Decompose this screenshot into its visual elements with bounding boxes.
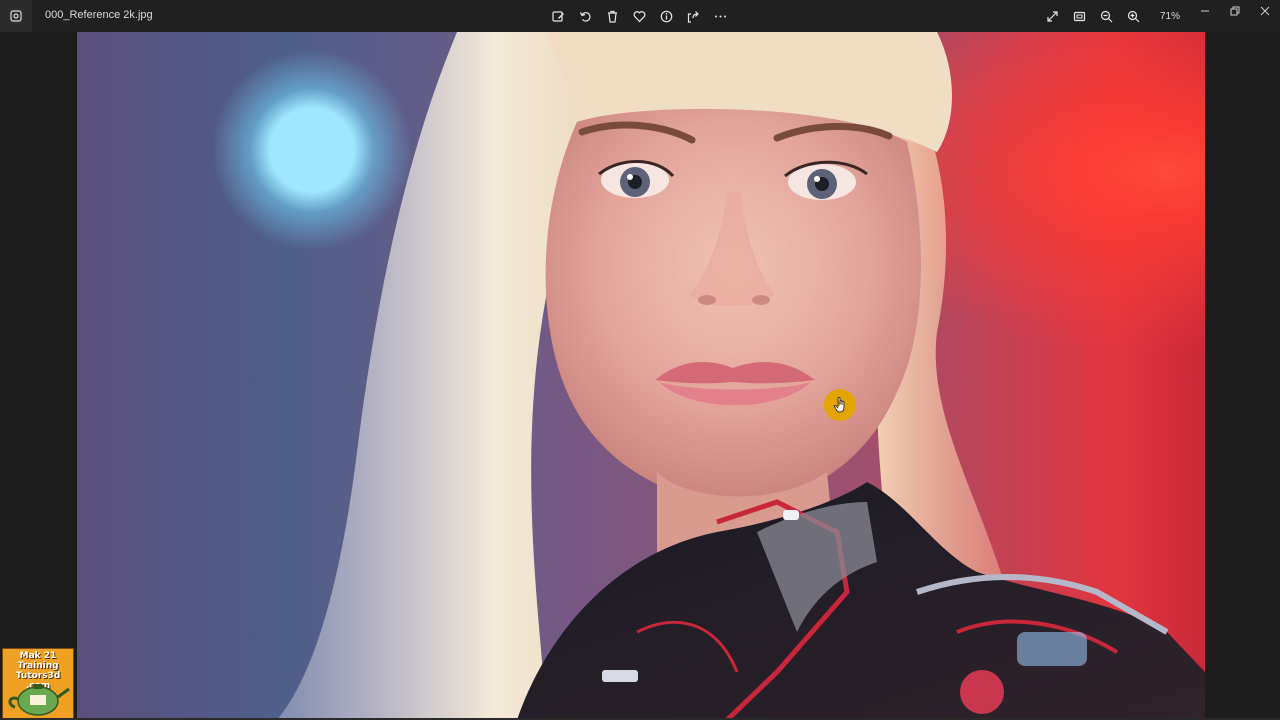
minimize-icon <box>1201 10 1209 12</box>
image-canvas[interactable] <box>77 32 1205 720</box>
favorite-button[interactable] <box>629 6 650 26</box>
zoom-out-icon <box>1100 10 1113 22</box>
share-button[interactable] <box>683 6 704 26</box>
delete-icon <box>608 10 617 23</box>
edit-image-icon <box>552 10 564 22</box>
full-screen-icon <box>1047 10 1058 22</box>
more-options-button[interactable] <box>710 6 731 26</box>
more-options-icon <box>715 15 726 17</box>
rotate-button[interactable] <box>575 6 596 26</box>
title-bar: 000_Reference 2k.jpg 71% <box>0 0 1280 32</box>
full-screen-button[interactable] <box>1042 6 1063 26</box>
share-icon <box>687 10 699 23</box>
zoom-out-button[interactable] <box>1096 6 1117 26</box>
zoom-in-button[interactable] <box>1123 6 1144 26</box>
hand-pointer-icon <box>833 397 845 413</box>
restore-button[interactable] <box>1220 0 1250 22</box>
delete-button[interactable] <box>602 6 623 26</box>
zoom-in-icon <box>1127 10 1140 22</box>
rotate-icon <box>579 11 591 22</box>
photos-app-icon[interactable] <box>0 0 32 32</box>
minimize-button[interactable] <box>1190 0 1220 22</box>
watermark-logo: Mak 21 Training Tutors3d .com <box>2 648 74 720</box>
photos-icon <box>10 10 22 22</box>
portrait-illustration <box>277 32 1205 720</box>
cursor-highlight <box>824 389 856 421</box>
view-tools: 71% <box>1042 6 1190 26</box>
watermark-line1: Mak 21 Training <box>17 651 59 671</box>
file-info-button[interactable] <box>656 6 677 26</box>
window-controls <box>1190 0 1280 22</box>
close-button[interactable] <box>1250 0 1280 22</box>
fit-to-window-icon <box>1073 11 1086 21</box>
restore-icon <box>1230 6 1240 16</box>
favorite-heart-icon <box>633 10 646 22</box>
image-toolbar <box>548 6 731 26</box>
file-name: 000_Reference 2k.jpg <box>45 9 153 21</box>
edit-image-button[interactable] <box>548 6 569 26</box>
file-info-icon <box>660 10 673 22</box>
zoom-level[interactable]: 71% <box>1160 11 1190 22</box>
fit-to-window-button[interactable] <box>1069 6 1090 26</box>
teapot-logo-icon <box>8 684 70 716</box>
close-icon <box>1260 6 1270 16</box>
